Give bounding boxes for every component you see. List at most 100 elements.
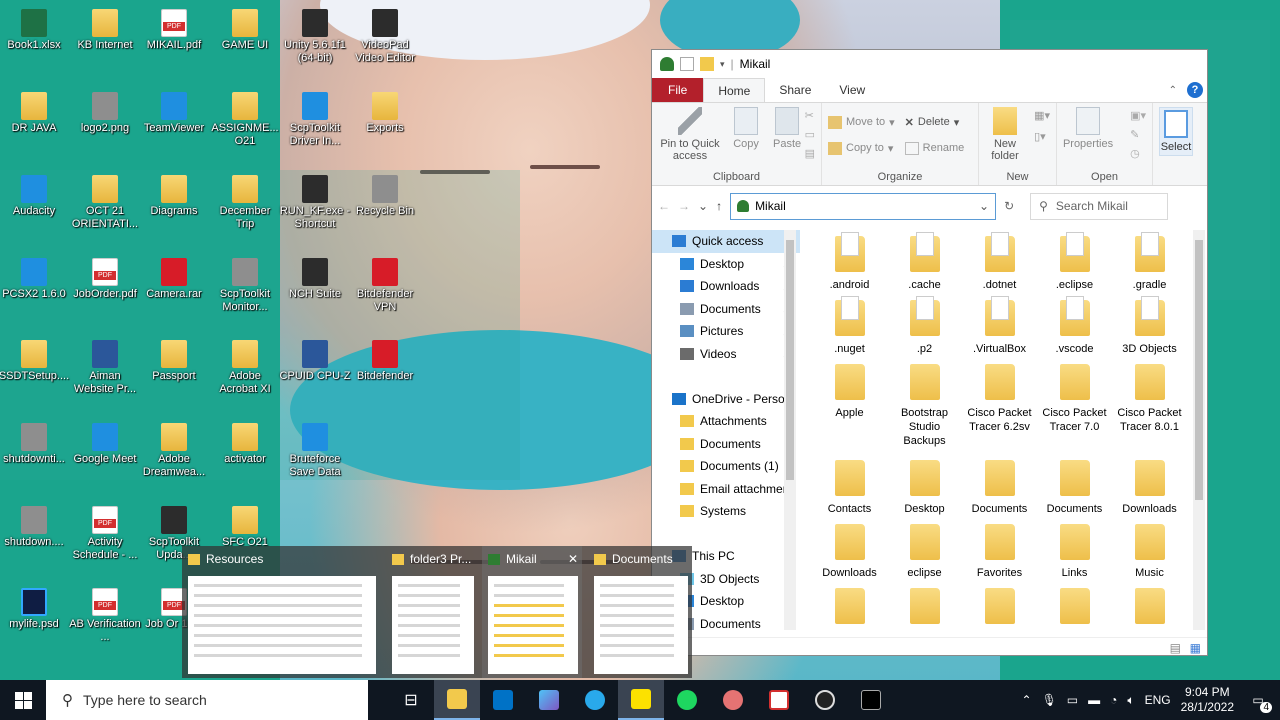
collapse-ribbon-icon[interactable]: ⌃	[1169, 85, 1177, 96]
battery-icon[interactable]: ▬	[1088, 693, 1100, 707]
desktop-icon[interactable]: KB Internet	[69, 3, 141, 83]
file-item[interactable]	[1037, 586, 1112, 630]
desktop-icon[interactable]: Diagrams	[138, 169, 210, 249]
file-item[interactable]: Favorites	[962, 522, 1037, 580]
address-bar[interactable]: Mikail ⌄	[730, 192, 997, 220]
copy-path-icon[interactable]: ▭	[805, 128, 815, 141]
desktop-icon[interactable]: GAME UI	[209, 3, 281, 83]
file-item[interactable]: .VirtualBox	[962, 296, 1037, 356]
new-folder-button[interactable]: New folder	[985, 107, 1025, 162]
chevron-down-icon[interactable]: ▾	[720, 59, 725, 70]
desktop-icon[interactable]: PCSX2 1.6.0	[0, 252, 70, 332]
desktop-icon[interactable]: ASSIGNME... O21	[209, 86, 281, 166]
file-item[interactable]: Cisco Packet Tracer 8.0.1	[1112, 362, 1187, 434]
desktop-icon[interactable]: JobOrder.pdf	[69, 252, 141, 332]
up-arrow-icon[interactable]: ↑	[716, 199, 722, 213]
nav-item[interactable]: Email attachmer	[652, 478, 800, 501]
file-item[interactable]: Documents	[1037, 458, 1112, 516]
search-input[interactable]: ⚲ Search Mikail	[1030, 192, 1169, 220]
details-view-icon[interactable]: ▤	[1170, 641, 1181, 655]
file-item[interactable]: Bootstrap Studio Backups	[887, 362, 962, 448]
nav-item[interactable]: Quick access	[652, 230, 800, 253]
nav-item[interactable]: Documents (1)	[652, 455, 800, 478]
file-item[interactable]: .cache	[887, 232, 962, 292]
file-item[interactable]	[1112, 586, 1187, 630]
nav-item[interactable]: Videos📌︎	[652, 343, 800, 366]
file-item[interactable]: Downloads	[812, 522, 887, 580]
desktop-icon[interactable]: Bitdefender VPN	[349, 252, 421, 332]
nav-item[interactable]: Systems	[652, 500, 800, 523]
nav-item[interactable]: Downloads📌︎	[652, 275, 800, 298]
delete-button[interactable]: ✕ Delete ▾	[905, 111, 965, 133]
file-item[interactable]: Cisco Packet Tracer 6.2sv	[962, 362, 1037, 434]
move-to-button[interactable]: Move to ▾	[828, 111, 895, 133]
properties-icon[interactable]	[680, 57, 694, 71]
desktop-icon[interactable]: mylife.psd	[0, 582, 70, 662]
file-item[interactable]	[812, 586, 887, 630]
desktop-icon[interactable]: Book1.xlsx	[0, 3, 70, 83]
desktop-icon[interactable]: Bruteforce Save Data	[279, 417, 351, 497]
new-folder-icon[interactable]	[700, 57, 714, 71]
desktop-icon[interactable]: shutdownti...	[0, 417, 70, 497]
file-item[interactable]: Apple	[812, 362, 887, 420]
open-icon[interactable]: ▣▾	[1130, 109, 1146, 122]
chevron-down-icon[interactable]: ⌄	[979, 199, 989, 213]
copy-button[interactable]: Copy	[729, 107, 763, 150]
file-item[interactable]: eclipse	[887, 522, 962, 580]
tab-home[interactable]: Home	[703, 78, 766, 102]
title-bar[interactable]: ▾ | Mikail	[652, 50, 1207, 78]
nav-item[interactable]: Desktop📌︎	[652, 253, 800, 276]
desktop-icon[interactable]: ScpToolkit Driver In...	[279, 86, 351, 166]
taskbar-acrobat[interactable]	[756, 680, 802, 720]
wifi-icon[interactable]: ◔	[1110, 693, 1117, 707]
notifications-button[interactable]: ▭ 4	[1244, 693, 1272, 713]
volume-icon[interactable]: 🔈︎	[1127, 693, 1134, 708]
desktop-icon[interactable]: ScpToolkit Monitor...	[209, 252, 281, 332]
taskbar-snip[interactable]	[710, 680, 756, 720]
properties-button[interactable]: Properties	[1063, 107, 1113, 150]
file-item[interactable]: Music	[1112, 522, 1187, 580]
file-item[interactable]: Contacts	[812, 458, 887, 516]
nav-item[interactable]: Attachments	[652, 410, 800, 433]
file-item[interactable]: .p2	[887, 296, 962, 356]
nav-item[interactable]: Documents📌︎	[652, 298, 800, 321]
paste-shortcut-icon[interactable]: ▤	[805, 147, 815, 160]
desktop-icon[interactable]: SSDTSetup....	[0, 334, 70, 414]
chevron-down-icon[interactable]: ⌄	[698, 199, 708, 213]
file-item[interactable]: .nuget	[812, 296, 887, 356]
taskbar-search[interactable]: ⚲ Type here to search	[46, 680, 368, 720]
content-scrollbar[interactable]	[1193, 230, 1205, 630]
file-item[interactable]: .eclipse	[1037, 232, 1112, 292]
file-item[interactable]: Links	[1037, 522, 1112, 580]
start-button[interactable]	[0, 680, 46, 720]
desktop-icon[interactable]: Google Meet	[69, 417, 141, 497]
file-item[interactable]	[962, 586, 1037, 630]
network-icon[interactable]: ▭	[1067, 693, 1078, 707]
taskbar-spotify[interactable]	[664, 680, 710, 720]
task-view-button[interactable]: ⊟	[388, 680, 434, 720]
taskbar-sticky-notes[interactable]	[618, 680, 664, 720]
desktop-icon[interactable]: MIKAIL.pdf	[138, 3, 210, 83]
help-icon[interactable]: ?	[1187, 82, 1203, 98]
paste-button[interactable]: Paste	[770, 107, 804, 150]
taskbar-obs[interactable]	[802, 680, 848, 720]
pin-quick-access-button[interactable]: Pin to Quick access	[658, 107, 722, 162]
desktop-icon[interactable]: activator	[209, 417, 281, 497]
desktop-icon[interactable]: DR JAVA	[0, 86, 70, 166]
file-item[interactable]: .android	[812, 232, 887, 292]
forward-arrow-icon[interactable]: →	[678, 199, 690, 213]
thumbnail-1[interactable]: Resources	[182, 546, 380, 678]
refresh-icon[interactable]: ↻	[1004, 199, 1014, 213]
file-item[interactable]: Desktop	[887, 458, 962, 516]
desktop-icon[interactable]: VideoPad Video Editor	[349, 3, 421, 83]
desktop-icon[interactable]: December Trip	[209, 169, 281, 249]
tab-file[interactable]: File	[652, 78, 704, 102]
cut-icon[interactable]: ✂	[805, 109, 815, 122]
nav-item[interactable]: OneDrive - Persor	[652, 388, 800, 411]
desktop-icon[interactable]: OCT 21 ORIENTATI...	[69, 169, 141, 249]
new-item-icon[interactable]: ▦▾	[1034, 109, 1050, 122]
taskbar-outlook[interactable]	[480, 680, 526, 720]
desktop-icon[interactable]: Recycle Bin	[349, 169, 421, 249]
desktop-icon[interactable]: NCH Suite	[279, 252, 351, 332]
thumbnail-3[interactable]: Mikail ✕	[482, 546, 582, 678]
